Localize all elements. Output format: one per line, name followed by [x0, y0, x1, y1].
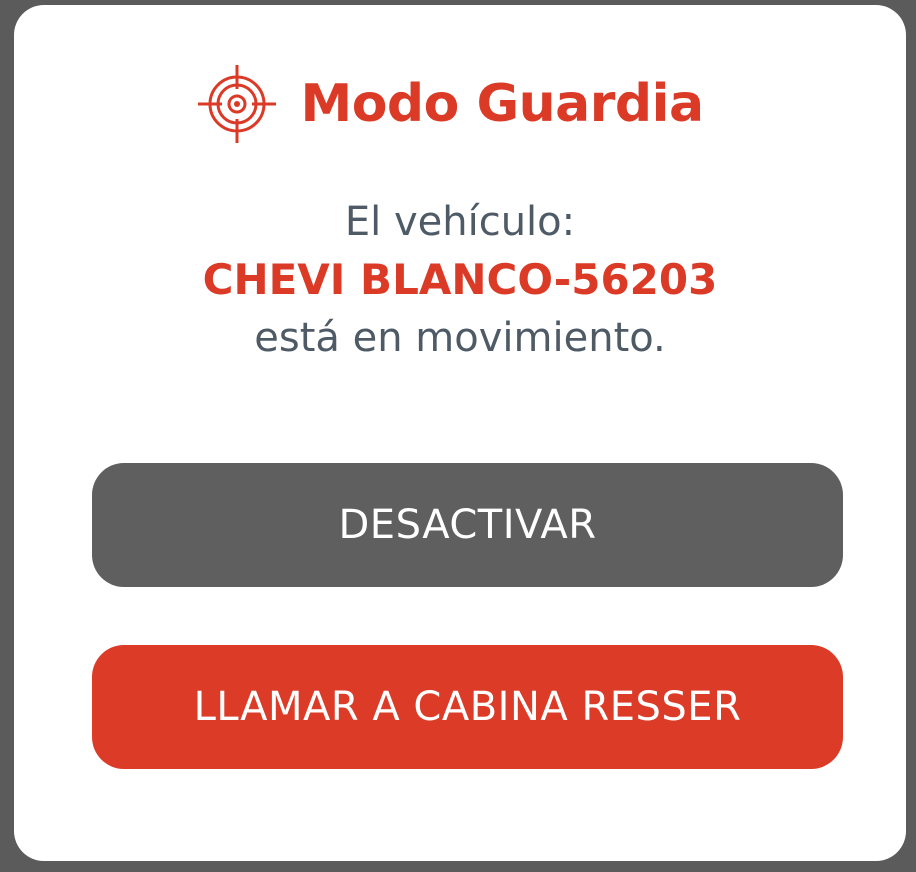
crosshair-target-icon — [198, 65, 277, 143]
message-status: está en movimiento. — [254, 315, 666, 361]
call-cabin-button[interactable]: LLAMAR A CABINA RESSER — [92, 645, 843, 769]
dialog-title: Modo Guardia — [300, 74, 704, 134]
guard-mode-dialog: Modo Guardia El vehículo: CHEVI BLANCO-5… — [14, 5, 906, 861]
vehicle-name: CHEVI BLANCO-56203 — [202, 255, 718, 304]
dialog-message: El vehículo: CHEVI BLANCO-56203 está en … — [14, 193, 906, 367]
deactivate-button[interactable]: DESACTIVAR — [92, 463, 843, 587]
dialog-header: Modo Guardia — [14, 63, 906, 145]
message-intro: El vehículo: — [344, 199, 576, 245]
